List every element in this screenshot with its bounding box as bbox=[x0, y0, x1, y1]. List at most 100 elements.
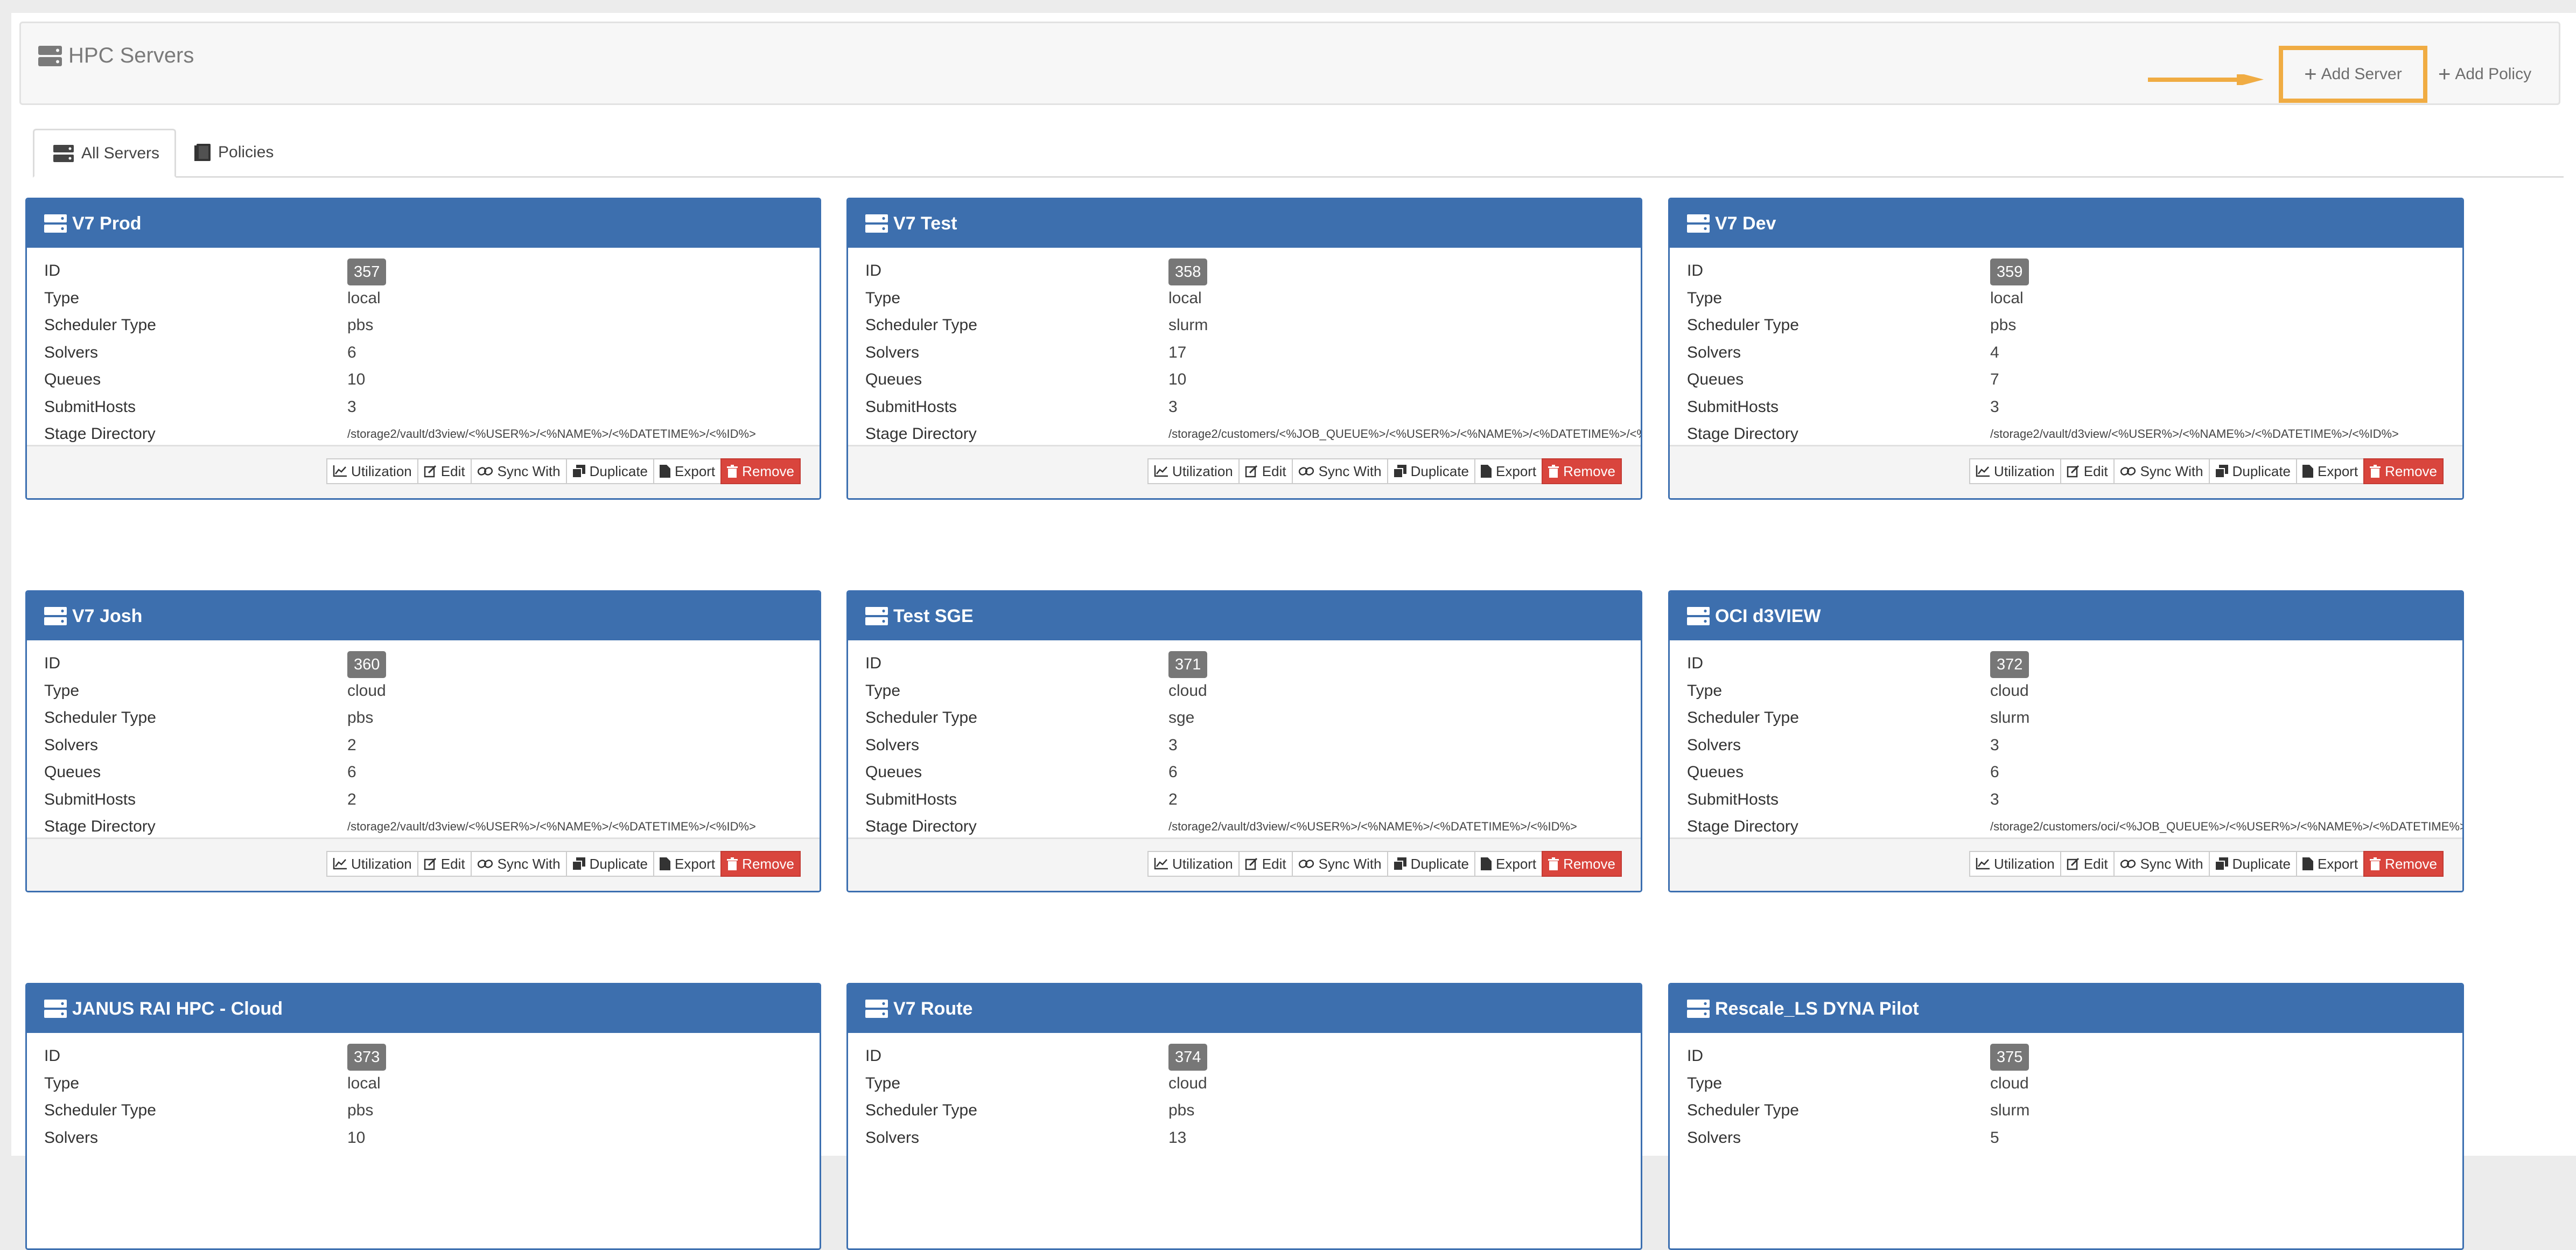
server-name: V7 Route bbox=[893, 998, 973, 1019]
remove-label: Remove bbox=[2385, 463, 2437, 479]
server-card: OCI d3VIEW ID 372 Type cloud Scheduler Type s… bbox=[1668, 590, 2464, 892]
edit-icon bbox=[2067, 465, 2079, 478]
detail-row-queues: Queues 6 bbox=[1687, 760, 2462, 787]
file-icon bbox=[660, 857, 671, 870]
edit-icon bbox=[424, 465, 436, 478]
detail-value: sge bbox=[1168, 709, 1195, 727]
sync-with-button[interactable]: Sync With bbox=[1291, 851, 1388, 877]
file-icon bbox=[2302, 465, 2314, 478]
server-card: V7 Josh ID 360 Type cloud Scheduler Type pbs S… bbox=[25, 590, 821, 892]
detail-label: ID bbox=[865, 262, 881, 280]
detail-row-solvers: Solvers 2 bbox=[44, 733, 820, 760]
duplicate-button[interactable]: Duplicate bbox=[1387, 851, 1476, 877]
sync-with-button[interactable]: Sync With bbox=[470, 851, 567, 877]
export-button[interactable]: Export bbox=[653, 851, 722, 877]
server-card-footer: Utilization Edit Sync With Duplicate Exp… bbox=[848, 837, 1641, 891]
line-chart-icon bbox=[1154, 465, 1168, 477]
server-icon bbox=[865, 1000, 888, 1018]
export-button[interactable]: Export bbox=[2296, 851, 2365, 877]
line-chart-icon bbox=[333, 465, 347, 477]
trash-icon bbox=[1548, 857, 1559, 870]
edit-icon bbox=[1245, 857, 1257, 870]
sync-with-button[interactable]: Sync With bbox=[1291, 458, 1388, 484]
duplicate-button[interactable]: Duplicate bbox=[565, 851, 655, 877]
edit-button[interactable]: Edit bbox=[417, 458, 472, 484]
sync-with-button[interactable]: Sync With bbox=[2113, 851, 2210, 877]
copy-icon bbox=[1393, 465, 1406, 478]
utilization-label: Utilization bbox=[1994, 855, 2055, 872]
edit-button[interactable]: Edit bbox=[2060, 851, 2115, 877]
export-button[interactable]: Export bbox=[2296, 458, 2365, 484]
sync-with-button[interactable]: Sync With bbox=[2113, 458, 2210, 484]
utilization-button[interactable]: Utilization bbox=[326, 458, 418, 484]
detail-row-scheduler: Scheduler Type slurm bbox=[865, 313, 1641, 340]
edit-button[interactable]: Edit bbox=[2060, 458, 2115, 484]
detail-label: SubmitHosts bbox=[44, 790, 136, 808]
tab-policies-label: Policies bbox=[218, 143, 274, 161]
detail-value: 3 bbox=[347, 397, 356, 416]
utilization-button[interactable]: Utilization bbox=[1147, 458, 1240, 484]
detail-value: 6 bbox=[1990, 763, 1999, 781]
remove-button[interactable]: Remove bbox=[720, 458, 801, 484]
utilization-label: Utilization bbox=[351, 463, 412, 479]
server-name: Test SGE bbox=[893, 605, 974, 626]
id-badge: 375 bbox=[1990, 1044, 2029, 1071]
trash-icon bbox=[727, 465, 738, 478]
detail-value: 17 bbox=[1168, 343, 1187, 361]
server-icon bbox=[53, 144, 74, 162]
detail-label: ID bbox=[1687, 1047, 1703, 1065]
add-server-button[interactable]: + Add Server bbox=[2279, 46, 2427, 103]
edit-button[interactable]: Edit bbox=[1238, 458, 1293, 484]
detail-row-id: ID 374 bbox=[865, 1044, 1641, 1071]
utilization-button[interactable]: Utilization bbox=[1147, 851, 1240, 877]
remove-label: Remove bbox=[1563, 855, 1615, 872]
utilization-button[interactable]: Utilization bbox=[1969, 851, 2061, 877]
page-title-wrap: HPC Servers bbox=[38, 44, 194, 68]
sync-with-button[interactable]: Sync With bbox=[470, 458, 567, 484]
id-badge: 371 bbox=[1168, 651, 1208, 678]
export-button[interactable]: Export bbox=[653, 458, 722, 484]
tab-policies[interactable]: Policies bbox=[194, 129, 274, 176]
add-policy-button[interactable]: + Add Policy bbox=[2438, 46, 2531, 103]
edit-button[interactable]: Edit bbox=[417, 851, 472, 877]
detail-value: /storage2/customers/<%JOB_QUEUE%>/<%USER… bbox=[1168, 427, 1642, 441]
detail-label: Solvers bbox=[1687, 1128, 1741, 1147]
detail-value: pbs bbox=[347, 709, 374, 727]
detail-value: /storage2/vault/d3view/<%USER%>/<%NAME%>… bbox=[1990, 427, 2399, 441]
export-button[interactable]: Export bbox=[1474, 851, 1543, 877]
duplicate-button[interactable]: Duplicate bbox=[2208, 458, 2298, 484]
duplicate-label: Duplicate bbox=[589, 463, 648, 479]
duplicate-button[interactable]: Duplicate bbox=[1387, 458, 1476, 484]
detail-value: slurm bbox=[1990, 1101, 2030, 1119]
sync-with-label: Sync With bbox=[497, 855, 561, 872]
detail-row-hosts: SubmitHosts 2 bbox=[44, 787, 820, 815]
server-card: JANUS RAI HPC - Cloud ID 373 Type local Sche… bbox=[25, 983, 821, 1250]
duplicate-button[interactable]: Duplicate bbox=[565, 458, 655, 484]
detail-value: 10 bbox=[347, 371, 366, 388]
edit-button[interactable]: Edit bbox=[1238, 851, 1293, 877]
server-card-body: ID 360 Type cloud Scheduler Type pbs Solvers 2 Q… bbox=[27, 640, 820, 891]
utilization-button[interactable]: Utilization bbox=[326, 851, 418, 877]
detail-value: cloud bbox=[1168, 681, 1207, 700]
export-button[interactable]: Export bbox=[1474, 458, 1543, 484]
utilization-button[interactable]: Utilization bbox=[1969, 458, 2061, 484]
page-title: HPC Servers bbox=[68, 44, 194, 67]
server-card-header: V7 Test bbox=[848, 199, 1641, 248]
detail-label: SubmitHosts bbox=[865, 790, 957, 808]
trash-icon bbox=[2370, 857, 2381, 870]
remove-button[interactable]: Remove bbox=[1542, 458, 1622, 484]
detail-label: Scheduler Type bbox=[865, 709, 977, 727]
edit-icon bbox=[1245, 465, 1257, 478]
remove-button[interactable]: Remove bbox=[2363, 851, 2444, 877]
add-policy-label: Add Policy bbox=[2455, 65, 2532, 83]
server-name: V7 Prod bbox=[72, 213, 142, 234]
remove-button[interactable]: Remove bbox=[2363, 458, 2444, 484]
duplicate-button[interactable]: Duplicate bbox=[2208, 851, 2298, 877]
detail-value: pbs bbox=[1990, 316, 2017, 334]
remove-button[interactable]: Remove bbox=[1542, 851, 1622, 877]
remove-button[interactable]: Remove bbox=[720, 851, 801, 877]
detail-row-queues: Queues 6 bbox=[44, 760, 820, 787]
tab-all-servers[interactable]: All Servers bbox=[33, 129, 176, 178]
server-actions: Utilization Edit Sync With Duplicate Exp… bbox=[326, 851, 801, 877]
detail-value: pbs bbox=[347, 316, 374, 334]
